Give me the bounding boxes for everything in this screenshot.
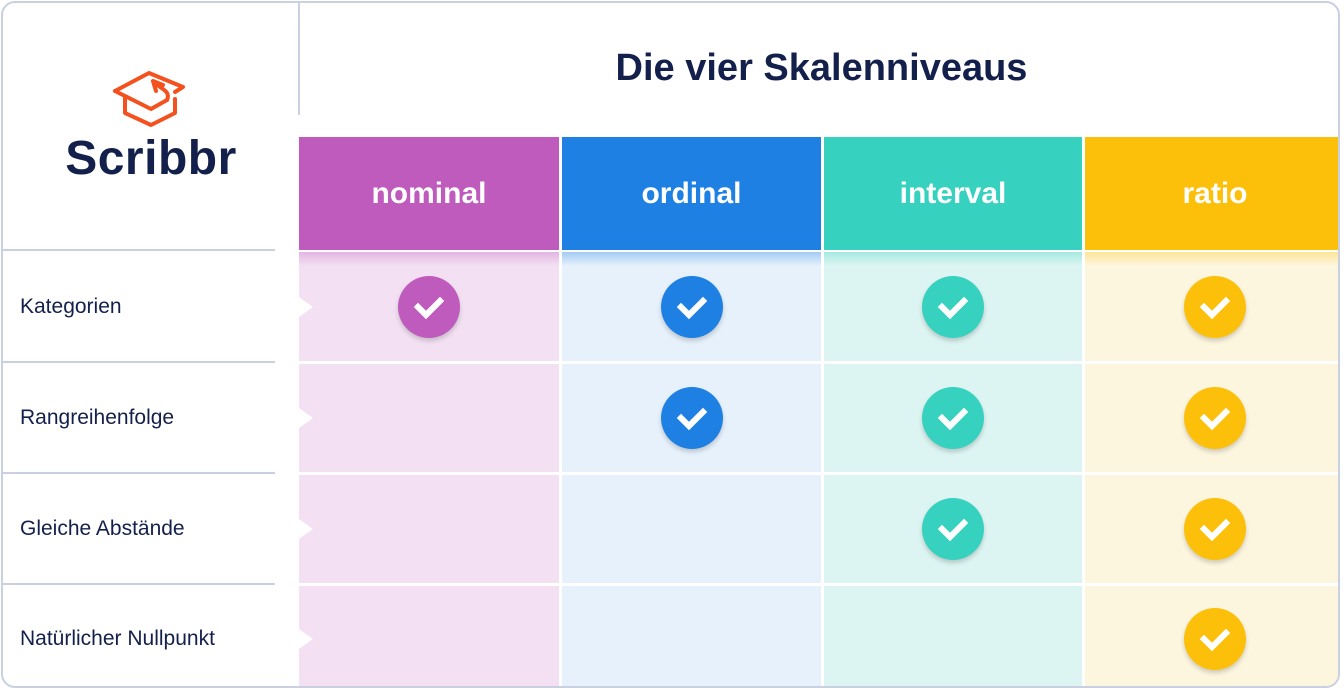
column-header-interval: interval [824, 137, 1082, 250]
table-cell [299, 252, 559, 361]
table-cell [299, 586, 559, 686]
table-cell [1085, 475, 1338, 583]
table-cell [562, 475, 821, 583]
checkmark-circle-icon [922, 387, 984, 449]
graduation-cap-icon [113, 71, 185, 127]
table-cell [1085, 586, 1338, 686]
column-header-ordinal: ordinal [562, 137, 821, 250]
table-cell [562, 364, 821, 472]
header-shadow [824, 252, 1082, 266]
page-title: Die vier Skalenniveaus [615, 47, 1028, 89]
checkmark-circle-icon [1184, 608, 1246, 670]
row-pointer-arrow [299, 519, 313, 539]
column-header-nominal: nominal [299, 137, 559, 250]
row-pointer-arrow [299, 629, 313, 649]
header-shadow [562, 252, 821, 266]
table-cell [824, 364, 1082, 472]
table-cell [824, 586, 1082, 686]
table-cell [824, 475, 1082, 583]
scribbr-logo: Scribbr [53, 63, 253, 203]
checkmark-circle-icon [922, 498, 984, 560]
row-label: Gleiche Abstände [20, 517, 185, 540]
table-cell [562, 252, 821, 361]
row-label: Natürlicher Nullpunkt [20, 627, 215, 650]
header-shadow [299, 252, 559, 266]
brand-name: Scribbr [65, 132, 237, 185]
checkmark-circle-icon [1184, 275, 1246, 338]
header-shadow [1085, 252, 1338, 266]
diagram-frame: Scribbr Die vier Skalenniveaus nominal or… [1, 1, 1340, 688]
row-pointer-arrow [299, 408, 313, 428]
row-label: Rangreihenfolge [20, 406, 175, 429]
checkmark-circle-icon [1184, 387, 1246, 449]
table-cell [562, 586, 821, 686]
checkmark-circle-icon [660, 275, 723, 338]
checkmark-circle-icon [660, 387, 723, 449]
column-header-ratio: ratio [1085, 137, 1338, 250]
table-cell [299, 364, 559, 472]
row-label: Kategorien [20, 294, 122, 318]
table-cell [1085, 252, 1338, 361]
row-pointer-arrow [299, 296, 313, 317]
table-cell [824, 252, 1082, 361]
checkmark-circle-icon [922, 275, 984, 338]
table-cell [1085, 364, 1338, 472]
checkmark-circle-icon [1184, 498, 1246, 560]
table-cell [299, 475, 559, 583]
checkmark-circle-icon [398, 275, 460, 338]
